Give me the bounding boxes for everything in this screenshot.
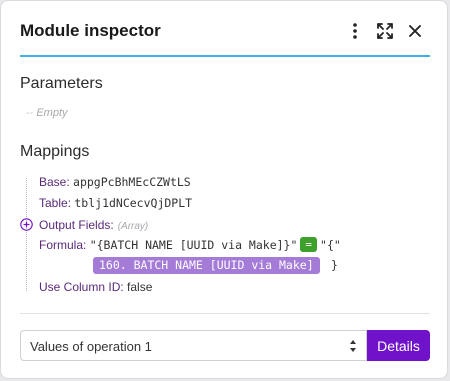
parameters-empty-placeholder: -- Empty: [26, 107, 68, 119]
mapping-base-row: Base: appgPcBhMEcCZWtLS: [39, 175, 191, 189]
mapping-formula-row: Formula: "{BATCH NAME [UUID via Make]}" =…: [39, 237, 341, 252]
mapping-base-value: appgPcBhMEcCZWtLS: [73, 175, 191, 189]
mapping-table-row: Table: tblj1dNCecvQjDPLT: [39, 196, 192, 210]
mapping-table-key: Table:: [39, 196, 72, 210]
formula-text-after: "{": [320, 238, 341, 252]
mapping-output-fields-key: Output Fields:: [39, 218, 114, 232]
details-button[interactable]: Details: [367, 330, 430, 361]
formula-closing-brace: }: [331, 258, 338, 272]
mappings-heading: Mappings: [20, 143, 90, 160]
close-icon[interactable]: [405, 21, 425, 41]
mapping-output-fields-row[interactable]: Output Fields: (Array): [39, 218, 148, 232]
parameters-heading: Parameters: [20, 75, 103, 92]
plus-circle-icon[interactable]: [20, 218, 33, 231]
panel-header: Module inspector: [20, 1, 430, 57]
operation-select-value: Values of operation 1: [30, 339, 152, 354]
operation-select[interactable]: Values of operation 1: [20, 330, 367, 361]
select-arrows-icon: [349, 339, 357, 353]
module-inspector-panel: Module inspector Parameters -- Empty Mapp…: [0, 0, 448, 379]
empty-text: Empty: [36, 107, 68, 119]
expand-icon[interactable]: [375, 21, 395, 41]
mappings-tree-line: [26, 178, 28, 291]
mapping-table-value: tblj1dNCecvQjDPLT: [74, 196, 193, 210]
empty-dash: --: [26, 107, 34, 119]
mapping-use-column-id-key: Use Column ID:: [39, 280, 124, 294]
mapping-output-fields-hint: (Array): [117, 221, 149, 232]
mapping-formula-key: Formula:: [39, 238, 87, 252]
formula-variable-pill: 160. BATCH NAME [UUID via Make]: [93, 257, 320, 274]
footer-divider: [20, 313, 430, 314]
mapping-base-key: Base:: [39, 175, 70, 189]
header-accent-line: [20, 55, 430, 57]
panel-title: Module inspector: [20, 21, 161, 40]
mapping-use-column-id-value: false: [127, 280, 153, 294]
mapping-use-column-id-row: Use Column ID: false: [39, 280, 152, 294]
more-vertical-icon[interactable]: [345, 21, 365, 41]
formula-text-before: "{BATCH NAME [UUID via Make]}": [89, 238, 298, 252]
formula-operator-pill: =: [300, 237, 318, 252]
